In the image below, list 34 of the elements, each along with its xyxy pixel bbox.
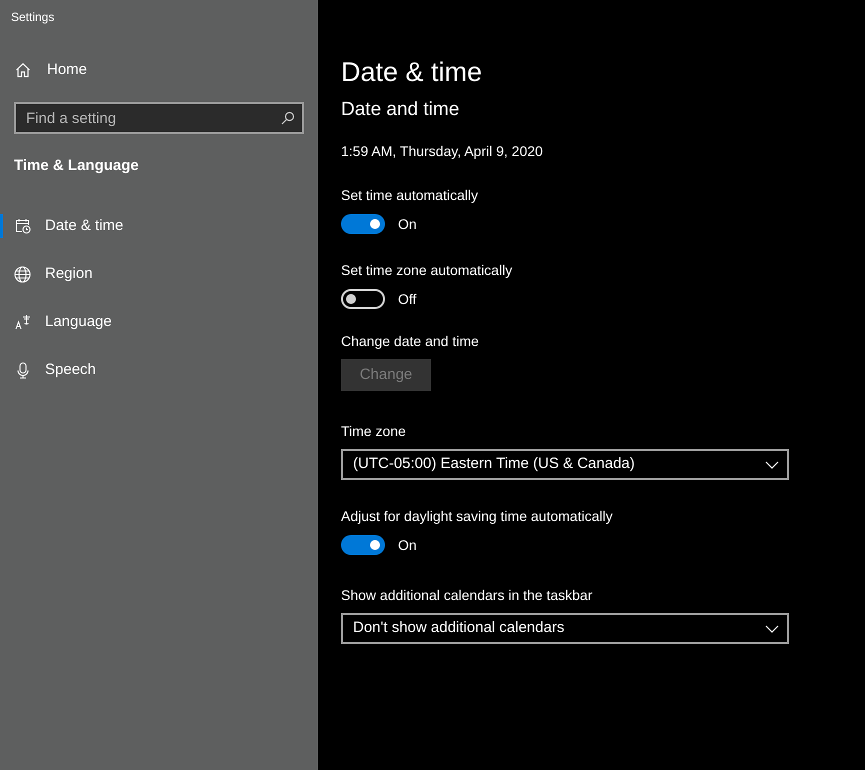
dropdown[interactable]: (UTC-05:00) Eastern Time (US & Canada) <box>341 449 789 480</box>
nav-item[interactable]: Language <box>0 298 318 346</box>
page-title: Date & time <box>341 56 484 88</box>
microphone-icon <box>16 362 28 378</box>
search-field[interactable]: Find a setting <box>14 102 304 134</box>
dropdown[interactable]: Don't show additional calendars <box>341 613 789 644</box>
language-icon <box>14 314 30 330</box>
toggle-switch[interactable] <box>341 289 385 309</box>
setting-label: Change date and time <box>341 332 480 349</box>
setting-label: Set time automatically <box>341 186 479 203</box>
globe-icon <box>14 266 31 282</box>
toggle-switch[interactable] <box>341 214 385 234</box>
nav-item[interactable]: Region <box>0 250 318 298</box>
chevron-down-icon <box>765 460 779 468</box>
toggle-state-text: On <box>398 214 417 234</box>
toggle-state-text: On <box>398 536 417 554</box>
change-button: Change <box>341 359 431 391</box>
window-title: Settings <box>10 9 56 26</box>
nav-item[interactable]: Date & time <box>0 202 318 250</box>
section-title: Date and time <box>341 98 460 122</box>
toggle-switch[interactable] <box>341 535 385 555</box>
setting-label: Show additional calendars in the taskbar <box>341 586 594 603</box>
date-time-text: 1:59 AM, Thursday, April 9, 2020 <box>341 142 544 159</box>
setting-label: Set time zone automatically <box>341 261 514 278</box>
setting-label: Adjust for daylight saving time automatically <box>341 507 614 524</box>
home-link[interactable]: Home <box>0 52 318 88</box>
search-icon <box>281 111 295 125</box>
home-icon <box>15 62 31 78</box>
chevron-down-icon <box>765 624 779 632</box>
section-heading: Time & Language <box>13 156 140 175</box>
setting-label: Time zone <box>341 422 407 439</box>
nav-item[interactable]: Speech <box>0 346 318 394</box>
toggle-state-text: Off <box>398 290 416 308</box>
calendar-clock-icon <box>14 218 30 234</box>
